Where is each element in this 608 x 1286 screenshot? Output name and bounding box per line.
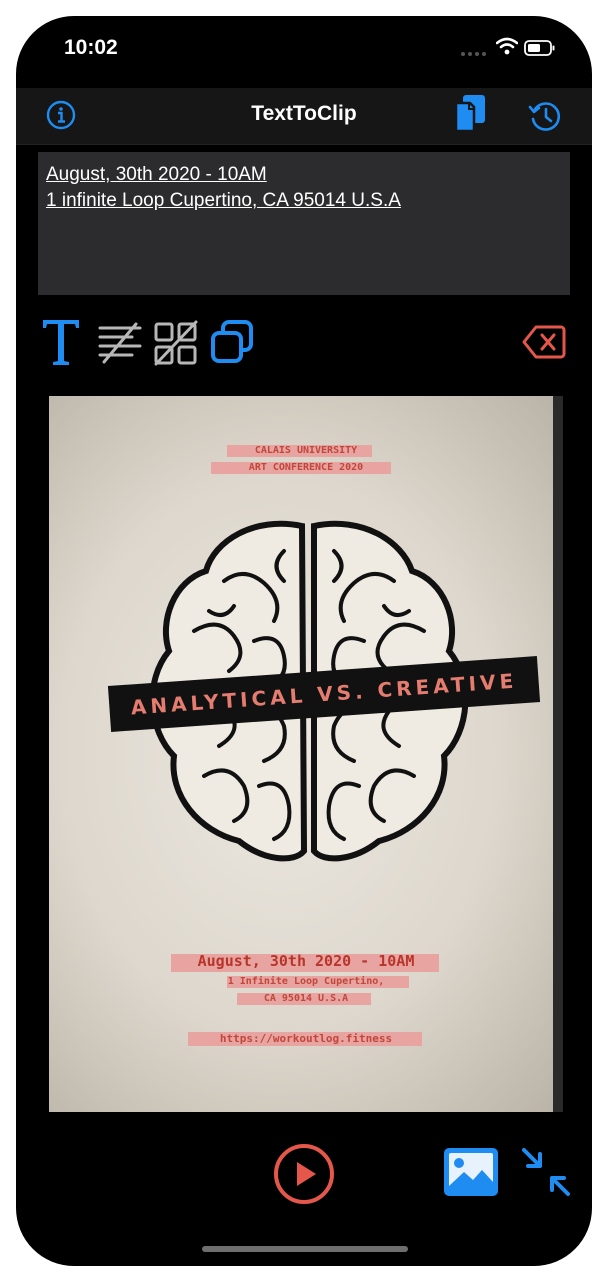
photo-header-line2: ART CONFERENCE 2020: [248, 462, 364, 473]
cellular-signal-icon: [461, 52, 486, 56]
status-time: 10:02: [64, 36, 118, 59]
multi-select-icon[interactable]: [209, 318, 257, 366]
app-title: TextToClip: [251, 102, 357, 125]
qr-mode-icon[interactable]: [152, 320, 200, 366]
wifi-icon: [496, 37, 518, 55]
photo-header-line1: CALAIS UNIVERSITY: [254, 445, 358, 456]
play-icon[interactable]: [271, 1141, 337, 1207]
photo-edge: [553, 396, 563, 1112]
collapse-icon[interactable]: [520, 1146, 572, 1198]
photo-address-line1: 1 Infinite Loop Cupertino,: [227, 976, 385, 987]
recognized-text-field[interactable]: August, 30th 2020 - 10AM 1 infinite Loop…: [38, 152, 570, 295]
photo-url: https://workoutlog.fitness: [219, 1032, 393, 1045]
status-bar: 10:02: [16, 16, 592, 86]
recognized-text-line[interactable]: August, 30th 2020 - 10AM: [46, 162, 562, 188]
delete-icon[interactable]: [522, 324, 566, 360]
history-icon[interactable]: [528, 99, 562, 133]
photo-address-line2: CA 95014 U.S.A: [263, 993, 349, 1004]
captured-photo[interactable]: CALAIS UNIVERSITY ART CONFERENCE 2020 AN…: [49, 396, 563, 1112]
phone-screen: 10:02 TextToClip August, 30th 2020 - 10A…: [16, 16, 592, 1266]
photo-library-icon[interactable]: [442, 1146, 500, 1198]
recognized-text-line[interactable]: 1 infinite Loop Cupertino, CA 95014 U.S.…: [46, 188, 562, 214]
lines-mode-icon[interactable]: [96, 322, 144, 364]
navigation-bar: TextToClip: [16, 88, 592, 145]
text-mode-icon[interactable]: [40, 316, 82, 368]
home-indicator[interactable]: [202, 1246, 408, 1252]
photo-date: August, 30th 2020 - 10AM: [197, 952, 415, 970]
copy-icon[interactable]: [452, 93, 488, 135]
battery-icon: [524, 40, 555, 56]
